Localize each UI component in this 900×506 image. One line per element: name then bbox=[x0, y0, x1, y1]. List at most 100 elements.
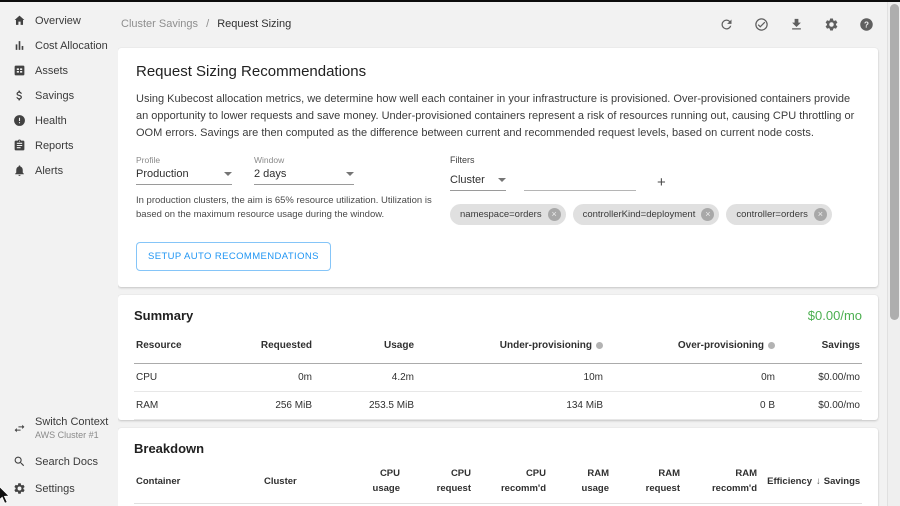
info-icon bbox=[768, 342, 775, 349]
close-icon[interactable]: × bbox=[814, 208, 827, 221]
mouse-cursor bbox=[0, 486, 12, 506]
topbar: Cluster Savings / Request Sizing ? bbox=[118, 2, 886, 46]
col-savings: Savings bbox=[777, 329, 862, 363]
cell-resource: CPU bbox=[134, 363, 221, 391]
page-description: Using Kubecost allocation metrics, we de… bbox=[136, 91, 860, 142]
sidebar: Overview Cost Allocation Assets Savings … bbox=[0, 2, 118, 506]
sidebar-item-reports[interactable]: Reports bbox=[0, 133, 118, 158]
summary-title: Summary bbox=[134, 308, 193, 323]
sidebar-item-label: Settings bbox=[35, 483, 75, 495]
breadcrumb-separator: / bbox=[206, 18, 209, 30]
setup-auto-recommendations-button[interactable]: SETUP AUTO RECOMMENDATIONS bbox=[136, 242, 331, 271]
download-icon bbox=[789, 17, 804, 32]
refresh-button[interactable] bbox=[714, 12, 738, 36]
col-requested: Requested bbox=[221, 329, 314, 363]
col-ram-recommended[interactable]: RAMrecomm'd bbox=[682, 460, 759, 504]
col-usage: Usage bbox=[314, 329, 416, 363]
scrollbar-track[interactable] bbox=[887, 2, 900, 506]
sidebar-item-overview[interactable]: Overview bbox=[0, 8, 118, 33]
col-container[interactable]: Container bbox=[134, 460, 262, 504]
sidebar-item-alerts[interactable]: Alerts bbox=[0, 158, 118, 183]
sidebar-item-label: Health bbox=[35, 115, 67, 127]
filter-chip-label: controllerKind=deployment bbox=[583, 209, 696, 220]
breakdown-table: Container Cluster CPUusage CPUrequest CP… bbox=[134, 460, 862, 506]
error-circle-icon bbox=[13, 114, 26, 127]
diagnostics-button[interactable] bbox=[749, 12, 773, 36]
col-resource: Resource bbox=[134, 329, 221, 363]
col-cpu-usage[interactable]: CPUusage bbox=[354, 460, 402, 504]
sidebar-item-label: Alerts bbox=[35, 165, 63, 177]
chevron-down-icon bbox=[346, 172, 354, 176]
sidebar-item-label: Search Docs bbox=[35, 456, 98, 468]
col-over-provisioning: Over-provisioning bbox=[605, 329, 777, 363]
filter-chip-label: namespace=orders bbox=[460, 209, 542, 220]
sidebar-item-label: Assets bbox=[35, 65, 68, 77]
summary-table: Resource Requested Usage Under-provision… bbox=[134, 329, 862, 420]
sidebar-item-savings[interactable]: Savings bbox=[0, 83, 118, 108]
breakdown-header-row: Container Cluster CPUusage CPUrequest CP… bbox=[134, 460, 862, 504]
settings-button[interactable] bbox=[819, 12, 843, 36]
add-filter-button[interactable]: + bbox=[654, 174, 669, 191]
scrollbar-thumb[interactable] bbox=[890, 4, 899, 320]
breadcrumb-parent[interactable]: Cluster Savings bbox=[121, 18, 198, 30]
help-icon: ? bbox=[859, 17, 874, 32]
filter-property-select[interactable]: Cluster bbox=[450, 174, 506, 191]
breadcrumb: Cluster Savings / Request Sizing bbox=[121, 18, 291, 30]
filters-label: Filters bbox=[450, 155, 860, 165]
col-ram-request[interactable]: RAMrequest bbox=[611, 460, 682, 504]
sidebar-item-search-docs[interactable]: Search Docs bbox=[0, 448, 118, 475]
help-button[interactable]: ? bbox=[854, 12, 878, 36]
controls-row: Profile Production Window 2 days bbox=[136, 155, 860, 225]
filter-chips: namespace=orders × controllerKind=deploy… bbox=[450, 204, 860, 225]
filter-chip[interactable]: namespace=orders × bbox=[450, 204, 566, 225]
summary-header-row: Resource Requested Usage Under-provision… bbox=[134, 329, 862, 363]
switch-context-label: Switch Context bbox=[35, 416, 108, 428]
profile-label: Profile bbox=[136, 155, 232, 165]
chevron-down-icon bbox=[498, 178, 506, 182]
breadcrumb-current: Request Sizing bbox=[217, 18, 291, 30]
col-cpu-recommended[interactable]: CPUrecomm'd bbox=[473, 460, 548, 504]
cell-resource: RAM bbox=[134, 391, 221, 419]
download-button[interactable] bbox=[784, 12, 808, 36]
profile-value: Production bbox=[136, 168, 189, 180]
sidebar-item-assets[interactable]: Assets bbox=[0, 58, 118, 83]
topbar-icons: ? bbox=[714, 12, 878, 36]
filter-chip[interactable]: controllerKind=deployment × bbox=[573, 204, 720, 225]
swap-arrows-icon bbox=[13, 422, 26, 435]
sidebar-item-label: Savings bbox=[35, 90, 74, 102]
search-icon bbox=[13, 455, 26, 468]
window-top-strip bbox=[0, 0, 900, 2]
sidebar-item-label: Cost Allocation bbox=[35, 40, 108, 52]
window-select[interactable]: 2 days bbox=[254, 168, 354, 185]
sidebar-item-cost-allocation[interactable]: Cost Allocation bbox=[0, 33, 118, 58]
col-under-provisioning: Under-provisioning bbox=[416, 329, 605, 363]
check-circle-icon bbox=[754, 17, 769, 32]
bar-chart-icon bbox=[13, 39, 26, 52]
col-cluster[interactable]: Cluster bbox=[262, 460, 354, 504]
sidebar-item-switch-context[interactable]: Switch Context AWS Cluster #1 bbox=[0, 409, 118, 448]
request-sizing-card: Request Sizing Recommendations Using Kub… bbox=[118, 48, 878, 287]
close-icon[interactable]: × bbox=[548, 208, 561, 221]
filter-value-input[interactable] bbox=[524, 173, 636, 191]
bell-icon bbox=[13, 164, 26, 177]
sidebar-item-settings[interactable]: Settings bbox=[0, 475, 118, 502]
summary-card: Summary $0.00/mo Resource Requested Usag… bbox=[118, 295, 878, 420]
breakdown-title: Breakdown bbox=[134, 441, 862, 456]
svg-text:?: ? bbox=[864, 20, 869, 29]
info-icon bbox=[596, 342, 603, 349]
sidebar-item-health[interactable]: Health bbox=[0, 108, 118, 133]
profile-select[interactable]: Production bbox=[136, 168, 232, 185]
window-select-group: Window 2 days bbox=[254, 155, 354, 185]
col-savings-sorted[interactable]: ↓Savings bbox=[814, 460, 862, 504]
col-efficiency[interactable]: Efficiency bbox=[759, 460, 814, 504]
sidebar-item-label: Overview bbox=[35, 15, 81, 27]
window-value: 2 days bbox=[254, 168, 286, 180]
col-ram-usage[interactable]: RAMusage bbox=[548, 460, 611, 504]
filter-chip[interactable]: controller=orders × bbox=[726, 204, 832, 225]
close-icon[interactable]: × bbox=[701, 208, 714, 221]
col-cpu-request[interactable]: CPUrequest bbox=[402, 460, 473, 504]
clipboard-icon bbox=[13, 139, 26, 152]
breakdown-card: Breakdown Container Cluster CPUusage CPU… bbox=[118, 428, 878, 506]
sidebar-item-label: Reports bbox=[35, 140, 74, 152]
main-content: Request Sizing Recommendations Using Kub… bbox=[118, 48, 878, 506]
